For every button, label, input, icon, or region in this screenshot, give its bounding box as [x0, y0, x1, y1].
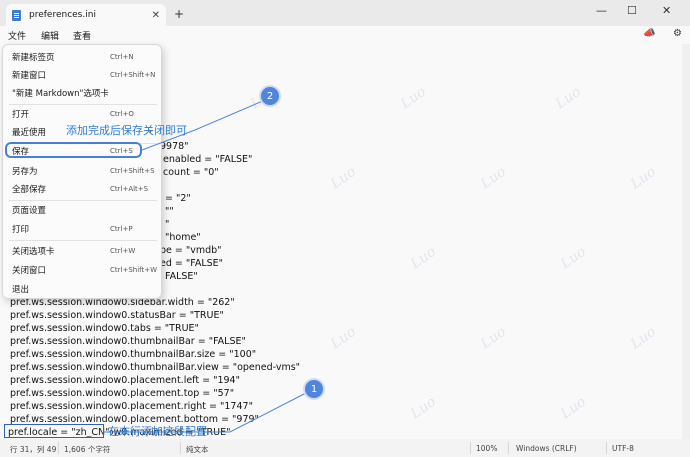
editor-line: pref.ws.session.window0.placement.right …: [10, 401, 253, 412]
menu-separator: [9, 240, 157, 241]
menu-item-label: "新建 Markdown"选项卡: [12, 89, 109, 99]
new-tab-button[interactable]: +: [174, 7, 184, 21]
editor-line: pref.ws.session.window0.placement.left =…: [10, 375, 240, 386]
editor-line: 9978": [160, 141, 189, 152]
editor-line: "": [165, 206, 174, 217]
editor-line: ": [165, 219, 170, 230]
menu-item-new-tab[interactable]: 新建标签页 Ctrl+N: [3, 48, 161, 66]
tab-close-icon[interactable]: ✕: [152, 10, 160, 21]
menu-item-open[interactable]: 打开 Ctrl+O: [3, 105, 161, 123]
copilot-icon[interactable]: 📣: [643, 28, 655, 39]
menu-item-label: 页面设置: [12, 206, 47, 216]
title-bar: preferences.ini ✕ + — ☐ ✕: [0, 0, 690, 26]
step-badge-2: 2: [261, 87, 279, 105]
menu-item-print[interactable]: 打印 Ctrl+P: [3, 220, 161, 238]
menu-item-exit[interactable]: 退出: [3, 280, 161, 298]
menu-item-shortcut: Ctrl+Alt+S: [110, 185, 149, 193]
zoom-level[interactable]: 100%: [476, 444, 497, 453]
editor-line: pref.ws.session.window0.thumbnailBar.siz…: [10, 349, 257, 360]
annotation-add-note: 在末行添加这段配置: [108, 425, 207, 438]
editor-line: FALSE": [165, 271, 198, 282]
menu-item-label: 关闭窗口: [12, 266, 47, 276]
annotation-save-note: 添加完成后保存关闭即可: [66, 124, 187, 137]
menu-item-shortcut: Ctrl+O: [110, 110, 134, 118]
line-ending[interactable]: Windows (CRLF): [516, 444, 577, 453]
tab-title: preferences.ini: [29, 10, 96, 20]
menu-item-label: 退出: [12, 285, 30, 295]
encoding[interactable]: UTF-8: [612, 444, 634, 453]
minimize-button[interactable]: —: [596, 4, 607, 17]
menu-item-label: 关闭选项卡: [12, 247, 55, 257]
editor-line: .enabled = "FALSE": [160, 154, 253, 165]
menu-item-shortcut: Ctrl+Shift+S: [110, 167, 155, 175]
menu-item-label: 打开: [12, 110, 30, 120]
menu-item-shortcut: Ctrl+Shift+W: [110, 266, 158, 274]
step-badge-1: 1: [305, 380, 323, 398]
menu-file[interactable]: 文件: [8, 29, 26, 42]
maximize-button[interactable]: ☐: [627, 4, 637, 17]
file-menu-dropdown: 新建标签页 Ctrl+N 新建窗口 Ctrl+Shift+N "新建 Markd…: [2, 44, 162, 299]
menu-item-label: 另存为: [12, 167, 38, 177]
char-count: 1,606 个字符: [64, 445, 111, 454]
menu-item-new-markdown-tab[interactable]: "新建 Markdown"选项卡: [3, 84, 161, 102]
menu-edit[interactable]: 编辑: [41, 29, 59, 42]
menu-item-label: 全部保存: [12, 185, 47, 195]
menu-item-page-setup[interactable]: 页面设置: [3, 201, 161, 219]
menu-view[interactable]: 查看: [73, 29, 91, 42]
editor-line: "home": [165, 232, 201, 243]
file-format[interactable]: 纯文本: [186, 444, 209, 455]
notepad-file-icon: [12, 9, 21, 21]
menu-item-save-all[interactable]: 全部保存 Ctrl+Alt+S: [3, 180, 161, 198]
editor-line: ed = "FALSE": [160, 258, 224, 269]
gear-icon[interactable]: ⚙: [673, 28, 682, 39]
menu-item-save-as[interactable]: 另存为 Ctrl+Shift+S: [3, 162, 161, 180]
window-close-button[interactable]: ✕: [662, 4, 671, 17]
menu-item-close-tab[interactable]: 关闭选项卡 Ctrl+W: [3, 242, 161, 260]
locale-highlight-box: [4, 424, 104, 438]
editor-line: pref.ws.session.window0.tabs = "TRUE": [10, 323, 199, 334]
menu-item-new-window[interactable]: 新建窗口 Ctrl+Shift+N: [3, 66, 161, 84]
menu-bar: 文件 编辑 查看 📣 ⚙: [0, 26, 690, 44]
tab-preferences[interactable]: preferences.ini ✕: [6, 4, 166, 26]
editor-line: pref.ws.session.window0.statusBar = "TRU…: [10, 310, 224, 321]
menu-item-shortcut: Ctrl+W: [110, 247, 136, 255]
save-highlight-ring: [5, 142, 142, 158]
cursor-position: 行 31，列 49: [10, 445, 57, 454]
editor-line: .count = "0": [160, 167, 219, 178]
menu-item-shortcut: Ctrl+P: [110, 225, 133, 233]
editor-line: pref.ws.session.window0.thumbnailBar.vie…: [10, 362, 301, 373]
vertical-scrollbar[interactable]: [682, 44, 690, 439]
menu-item-shortcut: Ctrl+Shift+N: [110, 71, 156, 79]
editor-line: = "2": [165, 193, 191, 204]
menu-item-close-window[interactable]: 关闭窗口 Ctrl+Shift+W: [3, 261, 161, 279]
menu-item-label: 新建标签页: [12, 53, 55, 63]
menu-item-label: 打印: [12, 225, 30, 235]
status-bar: 行 31，列 49 1,606 个字符 纯文本 100% Windows (CR…: [0, 439, 690, 457]
editor-line: pref.ws.session.window0.thumbnailBar = "…: [10, 336, 246, 347]
editor-line: pe = "vmdb": [160, 245, 222, 256]
editor-line: pref.ws.session.window0.placement.top = …: [10, 388, 235, 399]
menu-item-shortcut: Ctrl+N: [110, 53, 134, 61]
menu-item-label: 新建窗口: [12, 71, 47, 81]
